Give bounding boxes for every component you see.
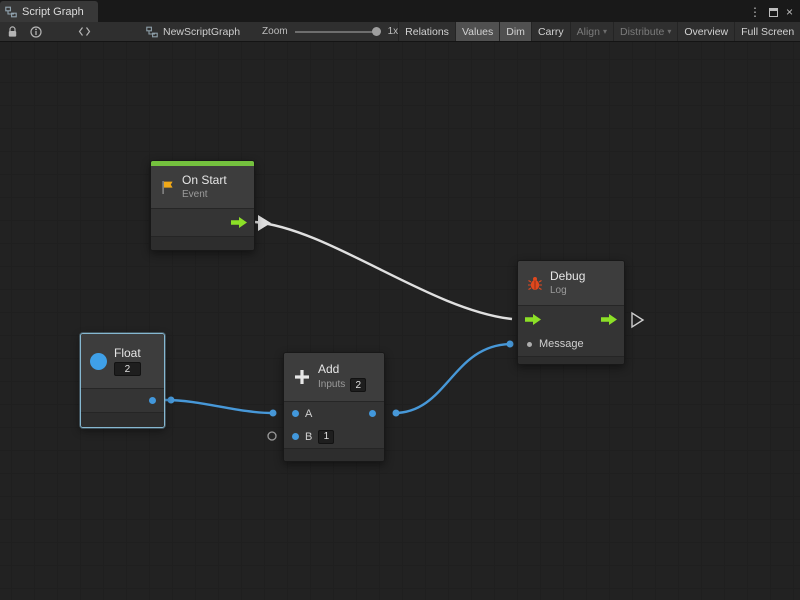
chevron-down-icon: ▾	[603, 27, 607, 36]
node-subtitle: Log	[550, 285, 585, 297]
overview-button[interactable]: Overview	[677, 22, 734, 42]
graph-name-label: NewScriptGraph	[163, 26, 240, 38]
zoom-control: Zoom 1x	[262, 26, 398, 37]
chevron-down-icon: ▾	[667, 27, 671, 36]
wire-layer	[0, 42, 800, 600]
zoom-slider[interactable]	[295, 26, 381, 37]
graph-file-icon	[146, 26, 158, 38]
window-close-icon[interactable]: ×	[786, 5, 793, 19]
script-graph-icon	[5, 6, 17, 18]
bug-icon	[527, 275, 543, 291]
tab-title: Script Graph	[22, 6, 84, 18]
exec-output-row	[151, 208, 254, 236]
zoom-slider-knob[interactable]	[372, 27, 381, 36]
exec-input-arrow-icon[interactable]	[525, 314, 541, 325]
node-subtitle: Event	[182, 189, 227, 201]
info-icon[interactable]	[24, 22, 48, 42]
window-menu-icon[interactable]: ⋮	[749, 5, 761, 19]
port-row-a: A	[284, 401, 384, 425]
plus-icon	[293, 368, 311, 386]
wire-endpoint-dot	[168, 397, 175, 404]
unconnected-port-ring[interactable]	[268, 432, 276, 440]
node-subtitle: Inputs	[318, 379, 345, 391]
graph-name[interactable]: NewScriptGraph	[146, 26, 240, 38]
message-label: Message	[539, 338, 584, 350]
node-add[interactable]: Add Inputs 2 A B 1	[283, 352, 385, 462]
zoom-label: Zoom	[262, 26, 288, 37]
relations-button[interactable]: Relations	[398, 22, 455, 42]
exec-row	[518, 305, 624, 332]
node-float[interactable]: Float 2	[80, 333, 165, 428]
values-button[interactable]: Values	[455, 22, 499, 42]
wire-add-to-message[interactable]	[394, 344, 512, 413]
port-row-b: B 1	[284, 425, 384, 448]
float-value-field[interactable]: 2	[114, 362, 141, 376]
node-title: Add	[318, 362, 366, 376]
add-inputs-count-field[interactable]: 2	[350, 378, 366, 392]
toolbar-buttons: Relations Values Dim Carry Align▾ Distri…	[398, 22, 800, 42]
exec-continue-triangle[interactable]	[632, 313, 643, 327]
lock-icon[interactable]	[0, 22, 24, 42]
node-footer	[284, 448, 384, 461]
exec-output-arrow-icon[interactable]	[231, 217, 247, 228]
align-button[interactable]: Align▾	[570, 22, 613, 42]
exec-output-arrow-icon[interactable]	[601, 314, 617, 325]
wire-endpoint-dot	[393, 410, 400, 417]
node-on-start[interactable]: On Start Event	[150, 160, 255, 251]
node-debug-log[interactable]: Debug Log Message	[517, 260, 625, 365]
node-footer	[518, 356, 624, 364]
exec-wire-arrow-marker	[258, 215, 271, 231]
node-header[interactable]: On Start Event	[151, 166, 254, 208]
window-controls: ⋮ ×	[749, 5, 800, 22]
graph-toolbar: NewScriptGraph Zoom 1x Relations Values …	[0, 22, 800, 42]
zoom-value: 1x	[388, 26, 399, 37]
node-title: Debug	[550, 269, 585, 283]
distribute-button[interactable]: Distribute▾	[613, 22, 677, 42]
port-b-value-field[interactable]: 1	[318, 430, 334, 444]
node-title: On Start	[182, 173, 227, 187]
message-input-port[interactable]	[527, 342, 532, 347]
message-port-row: Message	[518, 332, 624, 356]
wire-endpoint-dot	[270, 410, 277, 417]
port-a-label: A	[305, 408, 312, 420]
node-header[interactable]: Add Inputs 2	[284, 353, 384, 401]
float-type-icon	[90, 353, 107, 370]
port-a-input[interactable]	[292, 410, 299, 417]
flag-icon	[160, 180, 175, 195]
script-graph-window: Script Graph ⋮ ×	[0, 0, 800, 600]
node-footer	[81, 412, 164, 427]
carry-button[interactable]: Carry	[531, 22, 570, 42]
port-a-output[interactable]	[369, 410, 376, 417]
window-maximize-icon[interactable]	[769, 8, 778, 17]
node-header[interactable]: Debug Log	[518, 261, 624, 305]
wire-endpoint-dot	[507, 341, 514, 348]
wire-onstart-to-log[interactable]	[255, 222, 512, 319]
wire-float-to-add-a[interactable]	[165, 400, 273, 413]
code-icon[interactable]	[72, 22, 96, 42]
port-b-label: B	[305, 431, 312, 443]
zoom-slider-track	[295, 31, 379, 33]
float-output-row	[81, 388, 164, 412]
fullscreen-button[interactable]: Full Screen	[734, 22, 800, 42]
node-title: Float	[114, 346, 141, 360]
tab-bar: Script Graph ⋮ ×	[0, 0, 800, 22]
node-header[interactable]: Float 2	[81, 334, 164, 388]
graph-canvas[interactable]: On Start Event Float 2	[0, 42, 800, 600]
tab-script-graph[interactable]: Script Graph	[0, 1, 98, 22]
float-output-port[interactable]	[149, 397, 156, 404]
port-b-input[interactable]	[292, 433, 299, 440]
dim-button[interactable]: Dim	[499, 22, 531, 42]
node-footer	[151, 236, 254, 250]
